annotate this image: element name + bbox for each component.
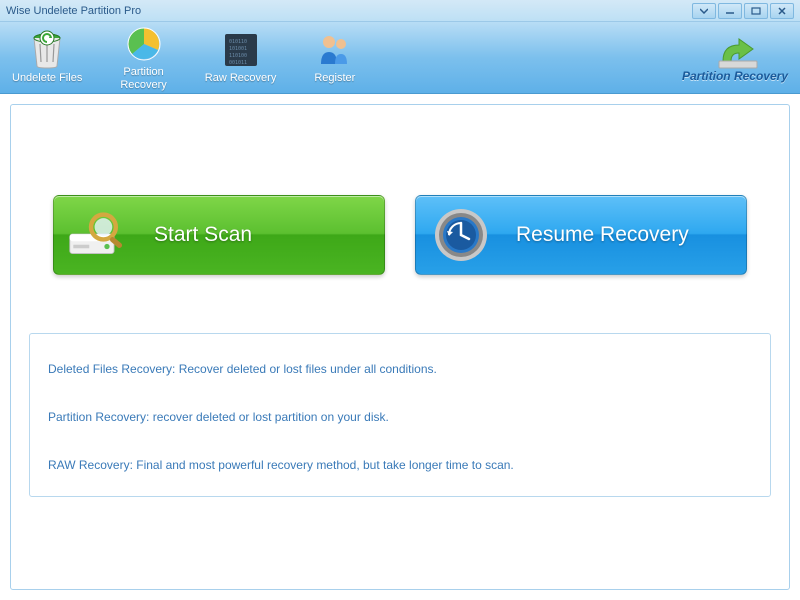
svg-text:001011: 001011 xyxy=(229,60,247,66)
toolbar-raw-recovery[interactable]: 010110 101001 110100 001011 Raw Recovery xyxy=(205,30,277,84)
drive-scan-icon xyxy=(68,204,130,266)
resume-recovery-label: Resume Recovery xyxy=(516,223,689,247)
resume-recovery-button[interactable]: Resume Recovery xyxy=(415,195,747,275)
recovery-arrow-icon xyxy=(713,33,757,69)
pie-chart-icon xyxy=(124,24,164,64)
toolbar-register[interactable]: Register xyxy=(314,30,355,84)
svg-text:010110: 010110 xyxy=(229,39,247,45)
users-icon xyxy=(315,30,355,70)
toolbar-label: Register xyxy=(314,72,355,84)
binary-data-icon: 010110 101001 110100 001011 xyxy=(221,30,261,70)
titlebar: Wise Undelete Partition Pro xyxy=(0,0,800,22)
window-title: Wise Undelete Partition Pro xyxy=(6,5,692,17)
toolbar-undelete-files[interactable]: Undelete Files xyxy=(12,30,82,84)
maximize-button[interactable] xyxy=(744,3,768,19)
brand-logo: Partition Recovery xyxy=(682,33,788,83)
window-buttons xyxy=(692,3,794,19)
brand-text: Partition Recovery xyxy=(682,69,788,83)
trash-icon xyxy=(27,30,67,70)
main-area: Start Scan Resume Recovery xyxy=(0,94,800,600)
start-scan-label: Start Scan xyxy=(154,223,252,247)
toolbar-partition-recovery[interactable]: Partition Recovery xyxy=(120,24,166,90)
minimize-button[interactable] xyxy=(718,3,742,19)
info-panel: Deleted Files Recovery: Recover deleted … xyxy=(29,333,771,497)
info-partition-recovery: Partition Recovery: recover deleted or l… xyxy=(48,410,752,424)
action-buttons-row: Start Scan Resume Recovery xyxy=(29,195,771,275)
dropdown-button[interactable] xyxy=(692,3,716,19)
close-button[interactable] xyxy=(770,3,794,19)
main-panel: Start Scan Resume Recovery xyxy=(10,104,790,590)
start-scan-button[interactable]: Start Scan xyxy=(53,195,385,275)
toolbar: Undelete Files Partition Recovery 010110… xyxy=(0,22,800,94)
svg-text:101001: 101001 xyxy=(229,46,247,52)
info-deleted-files: Deleted Files Recovery: Recover deleted … xyxy=(48,362,752,376)
svg-text:110100: 110100 xyxy=(229,53,247,59)
clock-restore-icon xyxy=(430,204,492,266)
toolbar-label: Raw Recovery xyxy=(205,72,277,84)
info-raw-recovery: RAW Recovery: Final and most powerful re… xyxy=(48,458,752,472)
toolbar-label: Undelete Files xyxy=(12,72,82,84)
toolbar-label: Partition Recovery xyxy=(120,66,166,90)
